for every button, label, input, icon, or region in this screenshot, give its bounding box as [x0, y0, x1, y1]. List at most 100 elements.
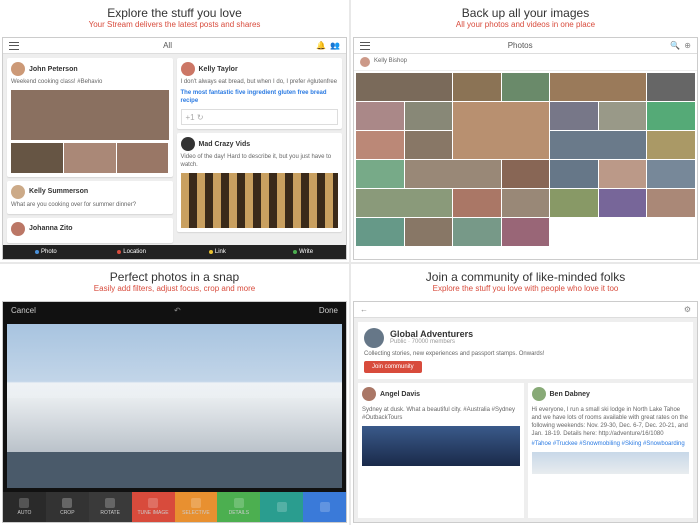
photo-thumb[interactable] — [453, 189, 501, 217]
photos-user-row: Kelly Bishop — [354, 54, 697, 71]
photo-thumb[interactable] — [356, 102, 404, 130]
photo-thumb[interactable] — [405, 131, 453, 159]
editor-topbar: Cancel ↶ Done — [3, 302, 346, 320]
photo-thumb[interactable] — [405, 102, 453, 130]
tool-rotate[interactable]: ROTATE — [89, 492, 132, 522]
photo-thumb[interactable] — [550, 102, 598, 130]
photo-thumb[interactable] — [405, 218, 453, 246]
post-author: John Peterson — [29, 66, 78, 73]
tool-selective[interactable]: SELECTIVE — [175, 492, 218, 522]
photo-thumb[interactable] — [453, 102, 549, 159]
share-bar: Photo Location Link Write — [3, 245, 346, 259]
post-card[interactable]: Kelly Taylor I don't always eat bread, b… — [177, 58, 343, 129]
post-text: Hi everyone, I run a small ski lodge in … — [532, 407, 690, 438]
post-author: Angel Davis — [380, 391, 420, 398]
community-members: Public · 70000 members — [390, 339, 473, 347]
photo-thumb[interactable] — [502, 73, 550, 101]
tool-more2[interactable] — [303, 492, 346, 522]
post-card[interactable]: John Peterson Weekend cooking class! #Be… — [7, 58, 173, 177]
photo-thumb[interactable] — [647, 73, 695, 101]
bell-icon[interactable]: 🔔 — [316, 41, 326, 50]
photo-thumb[interactable] — [502, 218, 550, 246]
tool-crop[interactable]: CROP — [46, 492, 89, 522]
post-link[interactable]: The most fantastic five ingredient glute… — [181, 90, 339, 106]
photo-thumb[interactable] — [599, 160, 647, 188]
panel3-title: Perfect photos in a snap — [0, 264, 349, 284]
post-card[interactable]: Kelly Summerson What are you cooking ove… — [7, 181, 173, 214]
photo-thumb[interactable] — [647, 160, 695, 188]
reshare-row[interactable]: +1 ↻ — [181, 109, 339, 125]
post-text: I don't always eat bread, but when I do,… — [181, 79, 339, 87]
photo-thumb[interactable] — [453, 73, 501, 101]
panel1-subtitle: Your Stream delivers the latest posts an… — [0, 20, 349, 35]
options-icon[interactable]: ⊕ — [684, 41, 691, 50]
done-button[interactable]: Done — [319, 306, 338, 315]
share-location[interactable]: Location — [89, 245, 175, 259]
post-image[interactable] — [64, 143, 116, 173]
back-icon[interactable]: ← — [360, 305, 368, 314]
photo-thumb[interactable] — [550, 189, 598, 217]
editor-canvas[interactable] — [7, 324, 342, 489]
post-text: What are you cooking over for summer din… — [11, 202, 169, 210]
photo-thumb[interactable] — [356, 189, 452, 217]
photo-thumb[interactable] — [599, 102, 647, 130]
avatar — [11, 62, 25, 76]
gear-icon[interactable]: ⚙ — [684, 305, 691, 314]
photo-thumb[interactable] — [356, 73, 452, 101]
photo-thumb[interactable] — [647, 102, 695, 130]
editor-toolbar: AUTO CROP ROTATE TUNE IMAGE SELECTIVE DE… — [3, 492, 346, 522]
tool-tune[interactable]: TUNE IMAGE — [132, 492, 175, 522]
community-header: Global Adventurers Public · 70000 member… — [358, 322, 693, 380]
people-icon[interactable]: 👥 — [330, 41, 340, 50]
photo-thumb[interactable] — [647, 189, 695, 217]
avatar — [11, 222, 25, 236]
photos-user: Kelly Bishop — [374, 58, 407, 66]
share-write[interactable]: Write — [260, 245, 346, 259]
photo-thumb[interactable] — [647, 131, 695, 159]
community-post[interactable]: Angel Davis Sydney at dusk. What a beaut… — [358, 383, 524, 518]
cancel-button[interactable]: Cancel — [11, 306, 36, 315]
community-desc: Collecting stories, new experiences and … — [364, 351, 687, 359]
photo-thumb[interactable] — [356, 160, 404, 188]
photo-thumb[interactable] — [502, 160, 550, 188]
menu-icon[interactable] — [9, 42, 19, 50]
post-tags[interactable]: #Tahoe #Truckee #Snowmobiling #Skiing #S… — [532, 441, 690, 449]
topbar-actions: 🔔 👥 — [316, 41, 340, 50]
avatar — [532, 387, 546, 401]
post-text: Sydney at dusk. What a beautiful city. #… — [362, 407, 520, 423]
tool-more1[interactable] — [260, 492, 303, 522]
photo-thumb[interactable] — [405, 160, 501, 188]
undo-icon[interactable]: ↶ — [174, 306, 181, 315]
join-button[interactable]: Join community — [364, 361, 422, 373]
photos-tab[interactable]: Photos — [370, 41, 670, 50]
photo-thumb[interactable] — [356, 218, 404, 246]
stream-topbar: All 🔔 👥 — [3, 38, 346, 54]
post-image[interactable] — [117, 143, 169, 173]
community-topbar: ← ⚙ — [354, 302, 697, 318]
photo-thumb[interactable] — [550, 160, 598, 188]
stream-tab[interactable]: All — [19, 41, 316, 50]
photo-thumb[interactable] — [599, 189, 647, 217]
tool-auto[interactable]: AUTO — [3, 492, 46, 522]
post-video[interactable] — [181, 173, 339, 228]
photo-thumb[interactable] — [502, 189, 550, 217]
post-author: Mad Crazy Vids — [199, 141, 251, 148]
post-card[interactable]: Mad Crazy Vids Video of the day! Hard to… — [177, 133, 343, 232]
avatar — [360, 57, 370, 67]
post-text: Weekend cooking class! #Behavio — [11, 79, 169, 87]
photo-thumb[interactable] — [453, 218, 501, 246]
community-post[interactable]: Ben Dabney Hi everyone, I run a small sk… — [528, 383, 694, 518]
post-card[interactable]: Johanna Zito — [7, 218, 173, 243]
photo-thumb[interactable] — [356, 131, 404, 159]
share-link[interactable]: Link — [175, 245, 261, 259]
share-photo[interactable]: Photo — [3, 245, 89, 259]
photo-thumb[interactable] — [550, 131, 646, 159]
post-image[interactable] — [532, 452, 690, 474]
tool-details[interactable]: DETAILS — [217, 492, 260, 522]
post-image[interactable] — [11, 143, 63, 173]
search-icon[interactable]: 🔍 — [670, 41, 680, 50]
menu-icon[interactable] — [360, 42, 370, 50]
post-image[interactable] — [11, 90, 169, 140]
post-image[interactable] — [362, 426, 520, 466]
photo-thumb[interactable] — [550, 73, 646, 101]
